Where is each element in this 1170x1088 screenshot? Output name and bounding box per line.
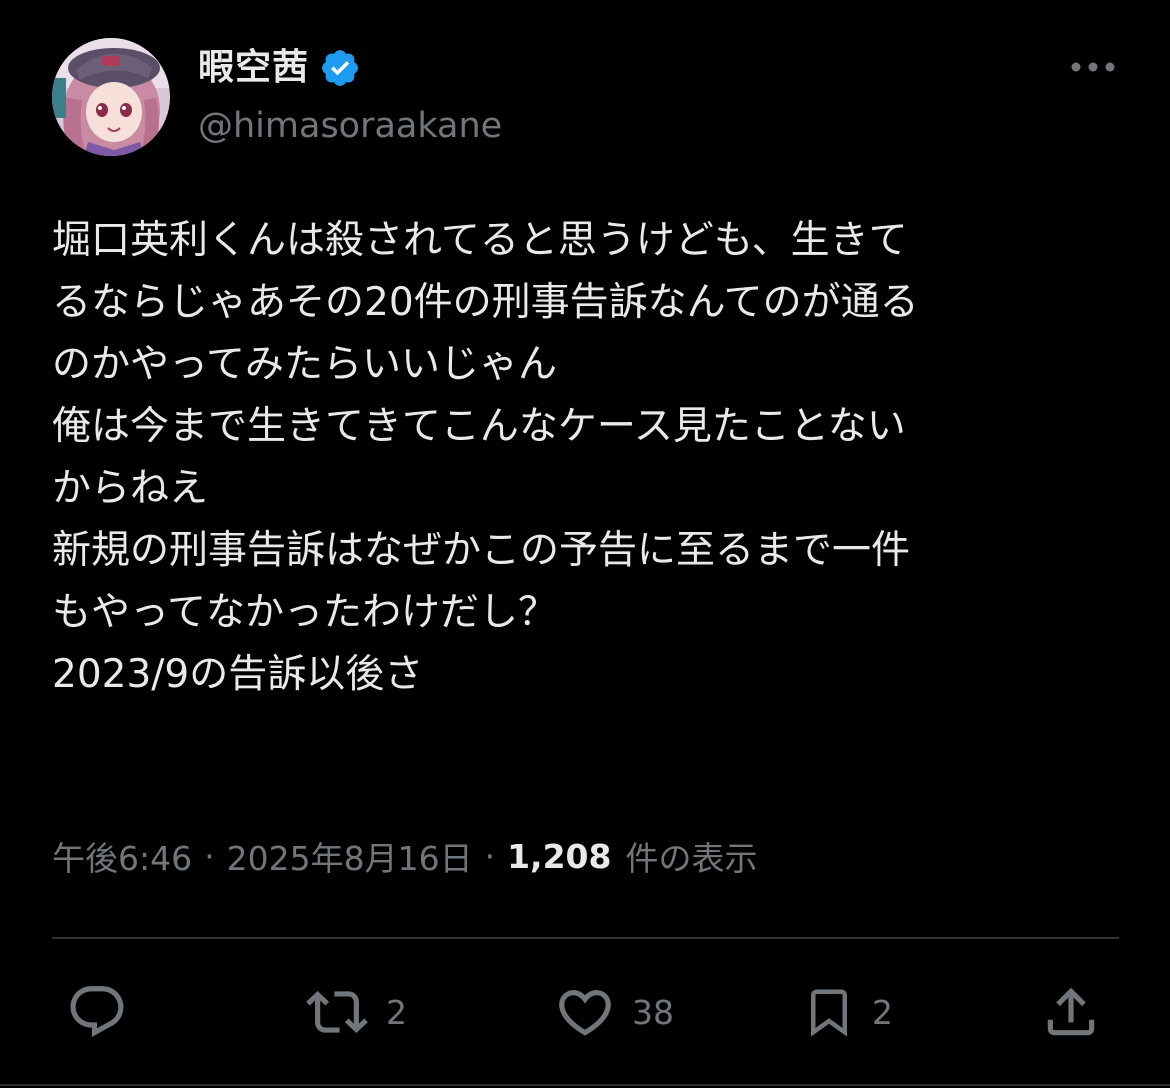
bookmark-count: 2 xyxy=(872,992,893,1032)
views-count[interactable]: 1,208 xyxy=(507,837,611,876)
bottom-divider xyxy=(0,1084,1170,1086)
views-label: 件の表示 xyxy=(625,839,758,878)
avatar[interactable] xyxy=(52,38,170,156)
bookmark-button[interactable]: 2 xyxy=(802,980,893,1044)
display-name[interactable]: 暇空茜 xyxy=(198,40,309,96)
like-button[interactable]: 38 xyxy=(554,980,674,1044)
divider xyxy=(52,937,1119,939)
tweet-date[interactable]: 2025年8月16日 xyxy=(227,832,473,880)
tweet-line: るならじゃあその20件の刑事告訴なんてのが通る xyxy=(52,280,919,325)
reply-button[interactable] xyxy=(66,980,128,1044)
tweet-text: 堀口英利くんは殺されてると思うけども、生きて るならじゃあその20件の刑事告訴な… xyxy=(52,210,1127,706)
share-button[interactable] xyxy=(1040,980,1102,1044)
author-handle[interactable]: @himasoraakane xyxy=(198,102,502,150)
retweet-button[interactable]: 2 xyxy=(304,980,407,1044)
tweet-line: 俺は今まで生きてきてこんなケース見たことない xyxy=(52,404,906,449)
more-dots-icon xyxy=(1071,62,1115,72)
verified-badge-icon xyxy=(322,50,358,86)
tweet-line: のかやってみたらいいじゃん xyxy=(52,342,558,387)
meta-separator: · xyxy=(204,836,215,876)
tweet-meta: 午後6:46 · 2025年8月16日 · 1,208 件の表示 xyxy=(52,828,757,884)
author-name-row[interactable]: 暇空茜 xyxy=(198,40,361,96)
meta-separator: · xyxy=(484,836,496,876)
tweet-time[interactable]: 午後6:46 xyxy=(52,832,192,880)
more-options-button[interactable] xyxy=(1062,50,1124,84)
tweet-line: 堀口英利くんは殺されてると思うけども、生きて xyxy=(52,218,908,263)
heart-icon xyxy=(559,990,611,1036)
bookmark-icon xyxy=(811,989,847,1037)
retweet-icon xyxy=(306,991,368,1033)
reply-icon xyxy=(70,986,124,1038)
tweet-line: からねえ xyxy=(52,466,209,511)
share-icon xyxy=(1047,987,1095,1036)
tweet-line: もやってなかったわけだし？ xyxy=(52,590,558,635)
like-count: 38 xyxy=(632,992,674,1032)
retweet-count: 2 xyxy=(386,992,407,1032)
tweet-line: 新規の刑事告訴はなぜかこの予告に至るまで一件 xyxy=(52,528,911,573)
avatar-image xyxy=(52,38,170,156)
tweet-line: 2023/9の告訴以後さ xyxy=(52,652,424,697)
